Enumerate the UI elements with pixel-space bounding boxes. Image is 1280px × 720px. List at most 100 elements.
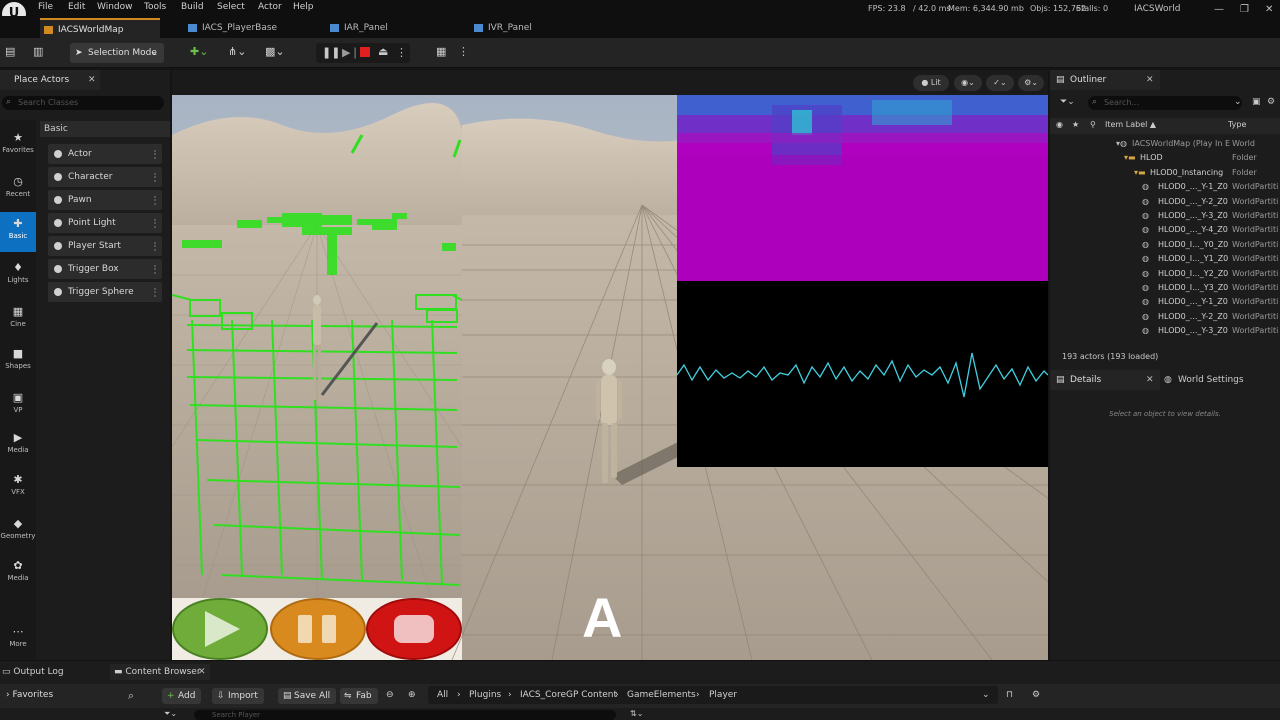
outliner-row[interactable]: ◍ HLOD0_..._Y-3_Z0 WorldPartiti bbox=[1050, 324, 1280, 338]
menu-select[interactable]: Select bbox=[217, 2, 245, 12]
favorites-toggle[interactable]: › Favorites bbox=[6, 690, 53, 700]
eject-icon[interactable]: ⏏ bbox=[378, 45, 388, 58]
kebab-menu-icon[interactable]: ⋮ bbox=[458, 45, 469, 61]
save-all-button[interactable]: ▤ Save All bbox=[278, 688, 337, 704]
tab-place-actors[interactable]: Place Actors ✕ bbox=[0, 70, 100, 90]
tab-world-settings[interactable]: ◍ World Settings bbox=[1162, 370, 1272, 390]
gear-icon[interactable]: ⚙ bbox=[1032, 690, 1040, 702]
category-recent[interactable]: ◷ Recent bbox=[0, 170, 36, 210]
category-geometry[interactable]: ◆ Geometry bbox=[0, 512, 36, 552]
lit-mode-button[interactable]: ● Lit bbox=[913, 75, 949, 91]
pause-button[interactable] bbox=[270, 598, 366, 660]
drag-handle-icon[interactable] bbox=[154, 150, 156, 159]
viewport-settings-button[interactable]: ⚙⌄ bbox=[1018, 75, 1044, 91]
type-column[interactable]: Type bbox=[1228, 120, 1246, 129]
category-basic[interactable]: ✚ Basic bbox=[0, 212, 36, 252]
close-icon[interactable]: ✕ bbox=[88, 70, 96, 90]
add-folder-icon[interactable]: ▣ bbox=[1252, 97, 1261, 107]
outliner-row[interactable]: ◍ HLOD0_..._Y-2_Z0 WorldPartiti bbox=[1050, 310, 1280, 324]
breadcrumb-all[interactable]: All bbox=[437, 690, 448, 702]
category-cine[interactable]: ▦ Cine bbox=[0, 300, 36, 340]
outliner-row[interactable]: ▾▬ HLOD0_Instancing Folder bbox=[1050, 166, 1280, 180]
browse-icon[interactable]: ▥ bbox=[33, 45, 43, 61]
close-icon[interactable]: ✕ bbox=[1146, 370, 1154, 390]
selection-mode-dropdown[interactable]: ➤ Selection Mode ⌄ bbox=[70, 43, 164, 63]
category-shapes[interactable]: ■ Shapes bbox=[0, 342, 36, 382]
gear-icon[interactable]: ⚙ bbox=[1267, 97, 1275, 107]
outliner-row[interactable]: ▾▬ HLOD Folder bbox=[1050, 151, 1280, 165]
outliner-row[interactable]: ◍ HLOD0_..._Y-1_Z0 WorldPartiti bbox=[1050, 295, 1280, 309]
drag-handle-icon[interactable] bbox=[154, 196, 156, 205]
search-icon[interactable]: ⌕ bbox=[128, 689, 134, 703]
category-lights[interactable]: ♦ Lights bbox=[0, 256, 36, 296]
tab-outliner[interactable]: ▤ Outliner ✕ bbox=[1050, 70, 1160, 90]
tab-details[interactable]: ▤ Details ✕ bbox=[1050, 370, 1160, 390]
sort-icon[interactable]: ⇅⌄ bbox=[630, 709, 643, 718]
tab-iacsworldmap[interactable]: IACSWorldMap bbox=[40, 18, 160, 38]
blueprints-icon[interactable]: ⋔⌄ bbox=[228, 45, 246, 61]
close-icon[interactable]: ✕ bbox=[198, 664, 206, 680]
actor-item-trigger-sphere[interactable]: Trigger Sphere bbox=[48, 282, 162, 302]
platforms-icon[interactable]: ▦ bbox=[436, 45, 446, 61]
pin-icon[interactable]: ⚲ bbox=[1090, 120, 1096, 129]
outliner-row[interactable]: ◍ HLOD0_..._Y-3_Z0 WorldPartiti bbox=[1050, 209, 1280, 223]
game-viewport[interactable]: A bbox=[172, 95, 1048, 660]
visibility-eye-icon[interactable]: ◉ bbox=[1056, 120, 1063, 129]
actor-item-player-start[interactable]: Player Start bbox=[48, 236, 162, 256]
item-label-column[interactable]: Item Label ▲ bbox=[1105, 120, 1156, 129]
chevron-down-icon[interactable]: ⏷⌄ bbox=[164, 709, 177, 719]
history-back-icon[interactable]: ⊖ bbox=[386, 690, 394, 702]
play-button[interactable] bbox=[172, 598, 268, 660]
tab-ivr-panel[interactable]: IVR_Panel bbox=[470, 18, 590, 38]
chevron-down-icon[interactable]: ⌄ bbox=[1234, 97, 1242, 107]
show-flags-button[interactable]: ◉⌄ bbox=[954, 75, 982, 91]
close-window-icon[interactable]: ✕ bbox=[1265, 4, 1273, 15]
drag-handle-icon[interactable] bbox=[154, 173, 156, 182]
breadcrumb-gameelements[interactable]: GameElements bbox=[627, 690, 696, 702]
actor-item-trigger-box[interactable]: Trigger Box bbox=[48, 259, 162, 279]
add-button[interactable]: + Add bbox=[162, 688, 202, 704]
maximize-icon[interactable]: ❐ bbox=[1240, 4, 1249, 15]
outliner-search-input[interactable]: Search... bbox=[1088, 96, 1242, 110]
breadcrumb-plugins[interactable]: Plugins bbox=[469, 690, 501, 702]
category-more[interactable]: ⋯ More bbox=[0, 620, 36, 660]
actor-item-pawn[interactable]: Pawn bbox=[48, 190, 162, 210]
actor-item-character[interactable]: Character bbox=[48, 167, 162, 187]
outliner-row[interactable]: ◍ HLOD0_I..._Y3_Z0 WorldPartiti bbox=[1050, 281, 1280, 295]
fab-button[interactable]: ⇋ Fab bbox=[340, 688, 378, 704]
outliner-row[interactable]: ◍ HLOD0_..._Y-2_Z0 WorldPartiti bbox=[1050, 195, 1280, 209]
outliner-row[interactable]: ◍ HLOD0_..._Y-4_Z0 WorldPartiti bbox=[1050, 223, 1280, 237]
menu-build[interactable]: Build bbox=[181, 2, 204, 12]
filter-icon[interactable]: ⏷⌄ bbox=[1060, 97, 1075, 107]
content-search-input[interactable]: Search Player bbox=[194, 710, 616, 720]
outliner-row[interactable]: ◍ HLOD0_..._Y-1_Z0 WorldPartiti bbox=[1050, 180, 1280, 194]
category-favorites[interactable]: ★ Favorites bbox=[0, 126, 36, 166]
cinematics-icon[interactable]: ▩⌄ bbox=[265, 45, 285, 61]
pin-star-icon[interactable]: ★ bbox=[1072, 120, 1079, 129]
drag-handle-icon[interactable] bbox=[154, 288, 156, 297]
tab-output-log[interactable]: ▭ Output Log bbox=[2, 664, 64, 680]
category-media-2[interactable]: ✿ Media bbox=[0, 554, 36, 594]
category-media[interactable]: ▶ Media bbox=[0, 426, 36, 466]
step-icon[interactable]: ▶❘ bbox=[342, 46, 360, 59]
breadcrumb-player[interactable]: Player bbox=[709, 690, 737, 702]
menu-edit[interactable]: Edit bbox=[68, 2, 85, 12]
minimize-icon[interactable]: — bbox=[1214, 4, 1224, 15]
save-icon[interactable]: ▤ bbox=[5, 45, 15, 61]
drag-handle-icon[interactable] bbox=[154, 219, 156, 228]
menu-tools[interactable]: Tools bbox=[144, 2, 166, 12]
outliner-row[interactable]: ◍ HLOD0_I..._Y1_Z0 WorldPartiti bbox=[1050, 252, 1280, 266]
chevron-down-icon[interactable]: ⌄ bbox=[982, 690, 990, 702]
add-actor-icon[interactable]: ✚⌄ bbox=[190, 45, 208, 61]
actor-item-actor[interactable]: Actor bbox=[48, 144, 162, 164]
snap-button[interactable]: ✓⌄ bbox=[986, 75, 1014, 91]
menu-actor[interactable]: Actor bbox=[258, 2, 282, 12]
outliner-row[interactable]: ▾◍ IACSWorldMap (Play In E World bbox=[1050, 137, 1280, 151]
tab-content-browser[interactable]: ▬ Content Browser ✕ bbox=[110, 664, 210, 680]
outliner-row[interactable]: ◍ HLOD0_I..._Y2_Z0 WorldPartiti bbox=[1050, 267, 1280, 281]
menu-file[interactable]: File bbox=[38, 2, 53, 12]
tab-iacs-playerbase[interactable]: IACS_PlayerBase bbox=[184, 18, 304, 38]
more-options-icon[interactable]: ⋮ bbox=[396, 46, 407, 59]
menu-help[interactable]: Help bbox=[293, 2, 314, 12]
history-forward-icon[interactable]: ⊕ bbox=[408, 690, 416, 702]
